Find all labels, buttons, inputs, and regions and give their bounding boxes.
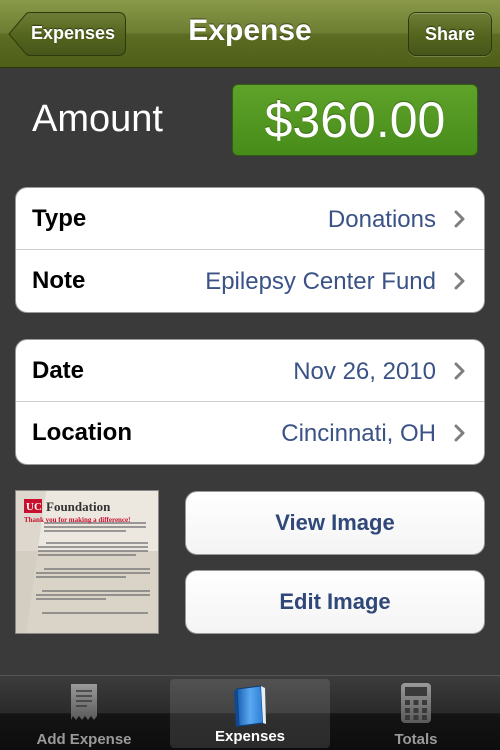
tab-add-expense[interactable]: Add Expense xyxy=(4,676,164,750)
share-button[interactable]: Share xyxy=(408,12,492,56)
receipt-heading-text: Thank you for making a difference! xyxy=(24,516,131,524)
location-label: Location xyxy=(32,419,132,446)
row-location[interactable]: Location Cincinnati, OH xyxy=(16,402,484,464)
tab-totals[interactable]: Totals xyxy=(336,676,496,750)
book-icon xyxy=(234,685,266,727)
svg-text:UC: UC xyxy=(26,501,42,513)
amount-value[interactable]: $360.00 xyxy=(232,84,478,156)
row-note[interactable]: Note Epilepsy Center Fund xyxy=(16,250,484,312)
chevron-right-icon xyxy=(454,272,465,290)
chevron-right-icon xyxy=(454,362,465,380)
chevron-right-icon xyxy=(454,210,465,228)
receipt-brand-text: Foundation xyxy=(46,499,111,514)
chevron-right-icon xyxy=(454,424,465,442)
tab-label-totals: Totals xyxy=(394,731,438,748)
tab-label-expenses: Expenses xyxy=(214,728,286,745)
receipt-thumbnail[interactable]: UC Foundation Thank you for making a dif… xyxy=(15,490,159,634)
date-label: Date xyxy=(32,357,85,384)
row-date[interactable]: Date Nov 26, 2010 xyxy=(16,340,484,402)
edit-image-button[interactable]: Edit Image xyxy=(185,570,485,634)
type-value: Donations xyxy=(327,206,436,233)
date-value: Nov 26, 2010 xyxy=(293,358,436,385)
tab-bar: Add Expense Expenses Totals xyxy=(0,675,500,750)
navigation-bar: Expenses Expense Share xyxy=(0,0,500,68)
location-value: Cincinnati, OH xyxy=(281,420,436,447)
tab-expenses[interactable]: Expenses xyxy=(170,679,330,748)
amount-label: Amount xyxy=(32,98,163,140)
details-group-type-note: Type Donations Note Epilepsy Center Fund xyxy=(15,187,485,313)
calculator-icon xyxy=(401,683,431,723)
view-image-button[interactable]: View Image xyxy=(185,491,485,555)
type-label: Type xyxy=(32,205,87,232)
note-label: Note xyxy=(32,267,86,294)
note-value: Epilepsy Center Fund xyxy=(205,268,436,295)
details-group-date-location: Date Nov 26, 2010 Location Cincinnati, O… xyxy=(15,339,485,465)
tab-label-add-expense: Add Expense xyxy=(36,731,132,748)
row-type[interactable]: Type Donations xyxy=(16,188,484,250)
receipt-icon xyxy=(71,684,97,720)
